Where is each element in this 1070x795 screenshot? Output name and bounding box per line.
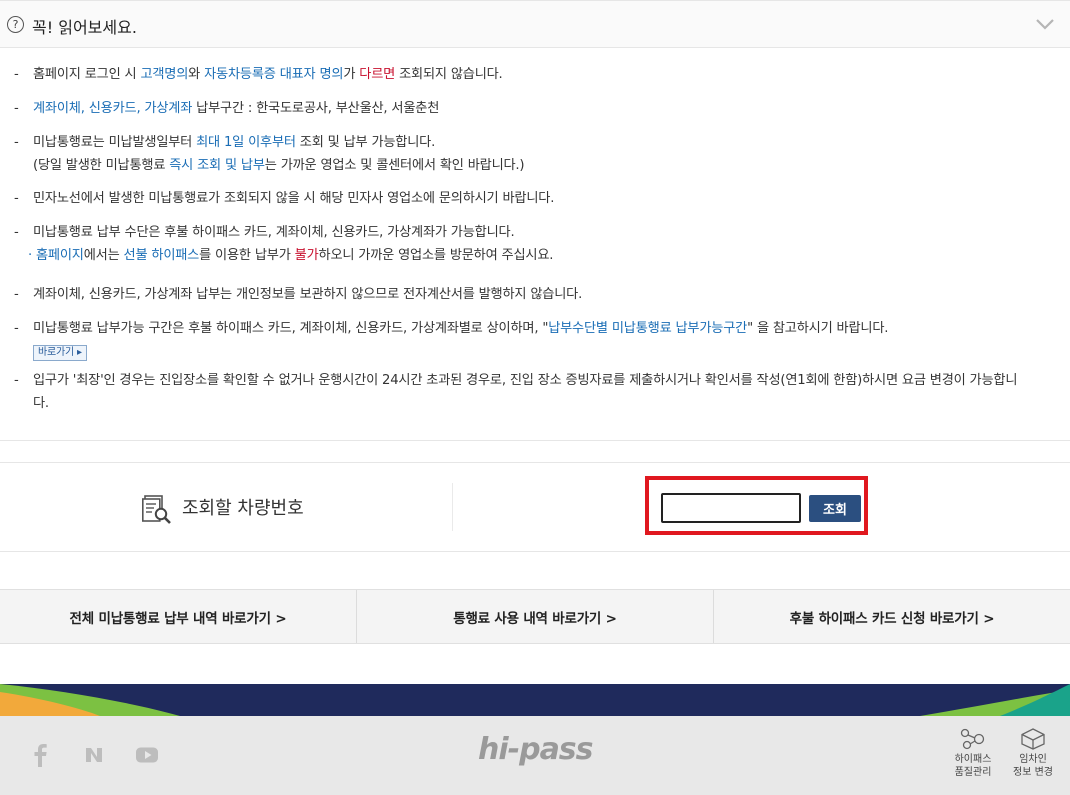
item-highlight: 최대 1일 이후부터 xyxy=(196,135,296,150)
item-text: 조회되지 않습니다. xyxy=(395,67,503,82)
tool-label: 임차인 xyxy=(1019,754,1047,765)
item-highlight: 홈페이지 xyxy=(36,248,84,263)
item-warning: 다르면 xyxy=(359,67,396,82)
item-text: 를 이용한 납부가 xyxy=(199,248,295,263)
youtube-icon[interactable] xyxy=(133,741,161,769)
item-text: 는 가까운 영업소 및 콜센터에서 확인 바랍니다.) xyxy=(264,158,525,173)
item-text: 가 xyxy=(343,67,360,82)
facebook-icon[interactable] xyxy=(27,741,55,769)
item-highlight: 자동차등록증 대표자 명의 xyxy=(204,67,344,82)
footer-band xyxy=(0,684,1070,716)
naver-icon[interactable] xyxy=(80,741,108,769)
item-text: 계좌이체, 신용카드, 가상계좌 납부는 개인정보를 보관하지 않으므로 전자계… xyxy=(33,287,583,302)
list-item: - 민자노선에서 발생한 미납통행료가 조회되지 않을 시 해당 민자사 영업소… xyxy=(14,187,554,210)
network-icon xyxy=(960,728,985,750)
list-item: - 계좌이체, 신용카드, 가상계좌 납부구간 : 한국도로공사, 부산울산, … xyxy=(14,97,439,120)
question-icon: ? xyxy=(7,16,24,33)
notice-title: 꼭! 읽어보세요. xyxy=(32,18,137,37)
list-item: - 미납통행료는 미납발생일부터 최대 1일 이후부터 조회 및 납부 가능합니… xyxy=(14,131,525,177)
item-text: 입구가 '최장'인 경우는 진입장소를 확인할 수 없거나 운행시간이 24시간… xyxy=(33,373,1018,411)
payable-section-link[interactable]: 납부수단별 미납통행료 납부가능구간 xyxy=(548,321,747,336)
hipass-quality-button[interactable]: 하이패스 품질관리 xyxy=(948,728,998,779)
tool-label: 정보 변경 xyxy=(1013,767,1053,778)
divider xyxy=(452,483,453,531)
cube-icon xyxy=(1021,728,1045,750)
list-bullet: - xyxy=(14,287,19,302)
unpaid-history-link[interactable]: 전체 미납통행료 납부 내역 바로가기 > xyxy=(0,590,356,643)
item-text: 에서는 xyxy=(83,248,124,263)
item-text: 조회 및 납부 가능합니다. xyxy=(295,135,436,150)
item-text: 미납통행료 납부 수단은 후불 하이패스 카드, 계좌이체, 신용카드, 가상계… xyxy=(33,225,515,240)
item-highlight: 고객명의 xyxy=(140,67,189,82)
item-highlight: 즉시 조회 및 납부 xyxy=(169,158,265,173)
divider xyxy=(0,440,1070,441)
list-item: - 미납통행료 납부 수단은 후불 하이패스 카드, 계좌이체, 신용카드, 가… xyxy=(14,221,553,267)
list-item: - 입구가 '최장'인 경우는 진입장소를 확인할 수 없거나 운행시간이 24… xyxy=(14,369,1024,415)
item-warning: 불가 xyxy=(294,248,319,263)
toll-usage-link[interactable]: 통행료 사용 내역 바로가기 > xyxy=(356,590,713,643)
list-bullet: - xyxy=(14,101,19,116)
document-search-icon xyxy=(142,495,171,524)
list-bullet: - xyxy=(14,225,19,240)
list-item: - 미납통행료 납부가능 구간은 후불 하이패스 카드, 계좌이체, 신용카드,… xyxy=(14,317,888,363)
list-bullet: - xyxy=(14,135,19,150)
item-text: 하오니 가까운 영업소를 방문하여 주십시요. xyxy=(318,248,554,263)
item-text: (당일 발생한 미납통행료 xyxy=(33,158,170,173)
footer: hi-pass 하이패스 품질관리 임차인 정보 변경 xyxy=(0,716,1070,795)
search-button[interactable]: 조회 xyxy=(809,495,861,522)
list-bullet: - xyxy=(14,321,19,336)
tenant-info-change-button[interactable]: 임차인 정보 변경 xyxy=(1008,728,1058,779)
tool-label: 품질관리 xyxy=(954,767,992,778)
list-bullet: - xyxy=(14,191,19,206)
search-label: 조회할 차량번호 xyxy=(182,498,304,519)
item-text: 와 xyxy=(188,67,205,82)
item-text: " 을 참고하시기 바랍니다. xyxy=(747,321,889,336)
chevron-down-icon[interactable] xyxy=(1035,16,1055,32)
item-highlight: 선불 하이패스 xyxy=(123,248,200,263)
vehicle-number-input[interactable] xyxy=(661,493,801,523)
hipass-card-apply-link[interactable]: 후불 하이패스 카드 신청 바로가기 > xyxy=(713,590,1070,643)
notice-header[interactable]: ? 꼭! 읽어보세요. xyxy=(0,0,1070,48)
list-bullet: - xyxy=(14,67,19,82)
list-bullet: - xyxy=(14,373,19,388)
goto-button[interactable]: 바로가기 ▸ xyxy=(33,345,87,361)
vehicle-search-panel: 조회할 차량번호 조회 xyxy=(0,462,1070,552)
item-text: 민자노선에서 발생한 미납통행료가 조회되지 않을 시 해당 민자사 영업소에 … xyxy=(33,191,555,206)
item-text: 납부구간 : 한국도로공사, 부산울산, 서울춘천 xyxy=(192,101,440,116)
sub-bullet: · xyxy=(28,248,32,263)
item-highlight: 계좌이체, 신용카드, 가상계좌 xyxy=(33,101,193,116)
tool-label: 하이패스 xyxy=(954,754,992,765)
hipass-logo: hi-pass xyxy=(478,732,594,767)
list-item: - 홈페이지 로그인 시 고객명의와 자동차등록증 대표자 명의가 다르면 조회… xyxy=(14,63,503,86)
shortcut-links-bar: 전체 미납통행료 납부 내역 바로가기 > 통행료 사용 내역 바로가기 > 후… xyxy=(0,589,1070,644)
item-text: 홈페이지 로그인 시 xyxy=(33,67,141,82)
list-item: - 계좌이체, 신용카드, 가상계좌 납부는 개인정보를 보관하지 않으므로 전… xyxy=(14,283,582,306)
item-text: 미납통행료는 미납발생일부터 xyxy=(33,135,197,150)
item-text: 미납통행료 납부가능 구간은 후불 하이패스 카드, 계좌이체, 신용카드, 가… xyxy=(33,321,549,336)
